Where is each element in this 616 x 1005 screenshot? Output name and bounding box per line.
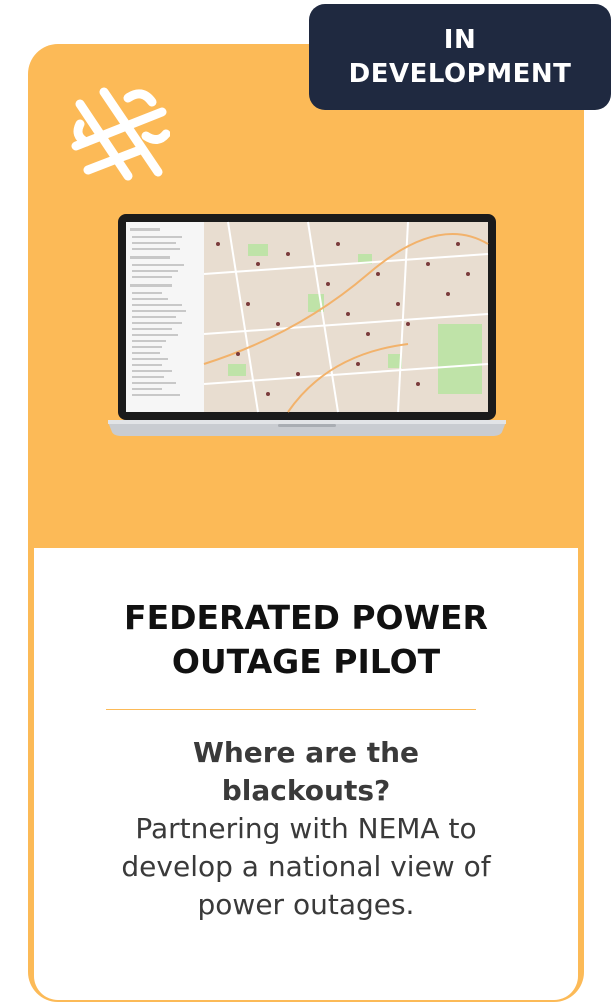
project-description-line: Partnering with NEMA to — [135, 812, 477, 845]
project-question-line: Where are the — [192, 736, 420, 769]
project-description-line: develop a national view of — [121, 850, 491, 883]
status-badge-line: DEVELOPMENT — [348, 59, 572, 89]
project-card[interactable]: FEDERATED POWER OUTAGE PILOT Where are t… — [28, 44, 584, 1002]
crossed-lines-logo-icon — [71, 87, 170, 181]
status-badge: IN DEVELOPMENT — [309, 4, 611, 110]
project-title-line: OUTAGE PILOT — [171, 642, 441, 681]
divider — [106, 709, 476, 710]
project-question: Where are the blackouts? — [34, 734, 578, 810]
project-title: FEDERATED POWER OUTAGE PILOT — [34, 596, 578, 684]
project-question-line: blackouts? — [221, 774, 391, 807]
project-title-line: FEDERATED POWER — [124, 598, 488, 637]
status-badge-line: IN — [443, 25, 477, 55]
card-body: FEDERATED POWER OUTAGE PILOT Where are t… — [34, 548, 578, 1000]
project-description-line: power outages. — [197, 888, 415, 921]
project-description: Partnering with NEMA to develop a nation… — [34, 810, 578, 924]
laptop-map-screenshot — [108, 214, 506, 436]
